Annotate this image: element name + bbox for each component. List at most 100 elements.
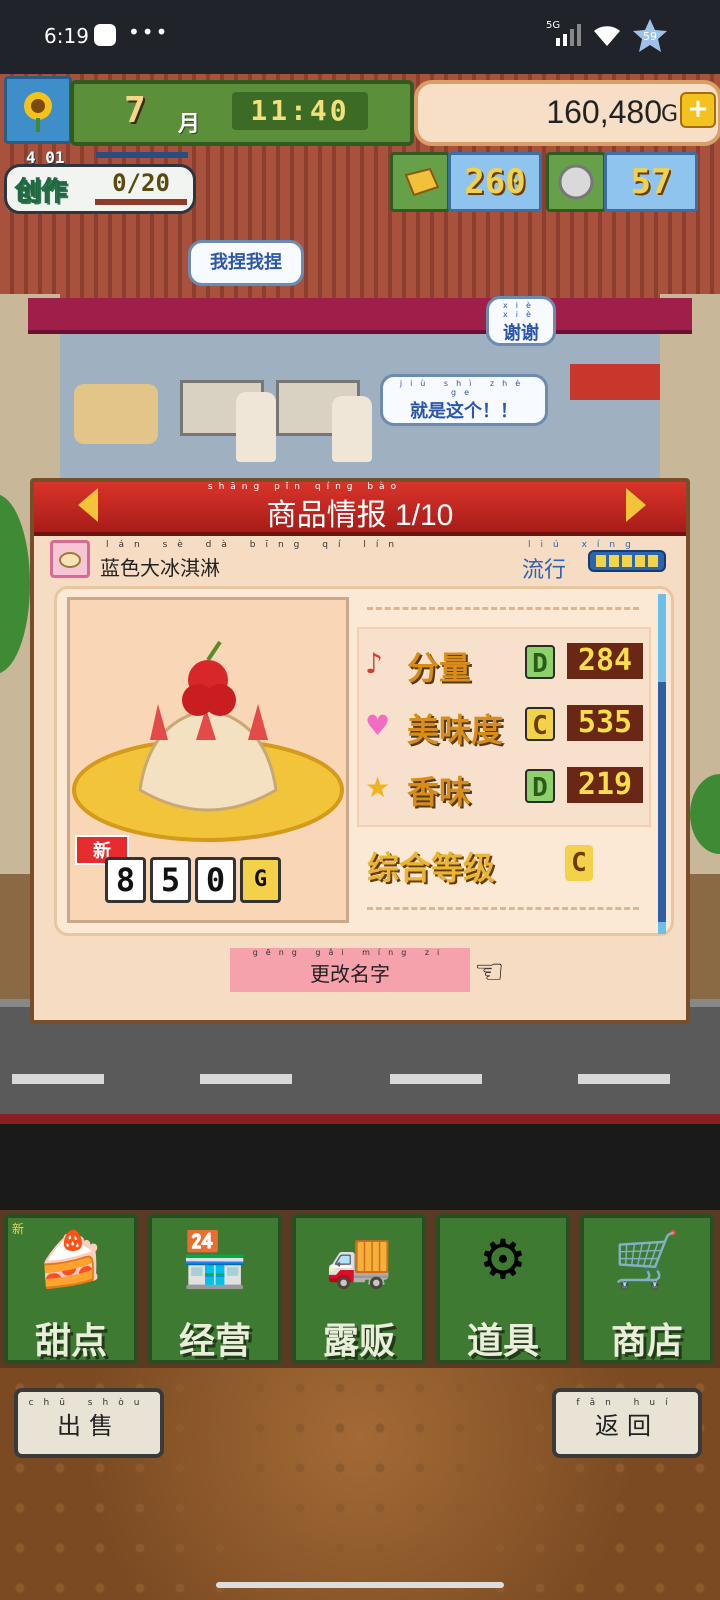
shop-icon: 🏪 bbox=[181, 1228, 249, 1291]
menu-button-management[interactable]: 🏪 经营 bbox=[148, 1214, 282, 1364]
month-number: 7 bbox=[124, 90, 146, 131]
product-category-icon bbox=[50, 540, 90, 578]
price-digit: 5 bbox=[150, 857, 191, 903]
stats-box: ♪ 分量 D 284 ♥ 美味度 C 535 ★ 香味 D 219 bbox=[357, 627, 651, 827]
overall-grade-label: 综合等级 bbox=[367, 849, 496, 887]
battery-level: 59 bbox=[643, 30, 657, 43]
lane-mark bbox=[578, 1074, 670, 1084]
game-clock: 11:40 bbox=[232, 92, 368, 130]
trend-pip bbox=[635, 555, 645, 567]
gold-bar-icon bbox=[390, 152, 450, 212]
gold-bar-count: 260 bbox=[448, 152, 542, 212]
create-level-bar bbox=[96, 152, 188, 158]
lane-mark bbox=[390, 1074, 482, 1084]
product-name: 蓝色大冰淇淋 bbox=[100, 556, 220, 580]
baker-character[interactable] bbox=[332, 396, 372, 462]
shop-awning bbox=[28, 298, 692, 334]
product-name-row: lán sè dà bīng qí lín 蓝色大冰淇淋 liú xíng 流行 bbox=[42, 540, 686, 583]
stat-row-aroma: ★ 香味 D 219 bbox=[359, 757, 649, 817]
trend-pip bbox=[609, 555, 619, 567]
menu-label: 经营 bbox=[178, 1321, 251, 1362]
medal-icon bbox=[546, 152, 606, 212]
menu-button-items[interactable]: ⚙ 道具 bbox=[436, 1214, 570, 1364]
panel-title-bar: shāng pǐn qíng bào 商品情报 1/10 bbox=[34, 482, 686, 536]
price-digit: 8 bbox=[105, 857, 146, 903]
sunflower-icon[interactable] bbox=[4, 76, 72, 144]
menu-label: 甜点 bbox=[34, 1321, 107, 1362]
bubble-ruby: jiù shì zhè ge bbox=[399, 379, 529, 397]
month-unit: 月 bbox=[178, 112, 201, 137]
create-box: 创作 0/20 bbox=[4, 164, 196, 214]
trend-pip bbox=[596, 555, 606, 567]
speech-bubble: 我捏我捏 bbox=[188, 240, 304, 286]
panel-title: 商品情报 1/10 bbox=[266, 499, 454, 532]
medal-count: 57 bbox=[604, 152, 698, 212]
product-detail-box: 新 8 5 0 G ♪ 分量 D 284 ♥ 美味度 C 535 ★ 香味 D … bbox=[54, 586, 674, 936]
divider bbox=[367, 907, 639, 910]
menu-button-store[interactable]: 🛒 商店 bbox=[580, 1214, 714, 1364]
menu-label: 商店 bbox=[610, 1321, 683, 1362]
product-info-panel: shāng pǐn qíng bào 商品情报 1/10 lán sè dà b… bbox=[30, 478, 690, 1024]
signal-icon bbox=[556, 24, 581, 46]
stat-row-quantity: ♪ 分量 D 284 bbox=[359, 633, 649, 693]
star-icon: ★ bbox=[365, 771, 391, 804]
menu-label: 道具 bbox=[466, 1321, 539, 1362]
lane-mark bbox=[200, 1074, 292, 1084]
scrollbar-thumb[interactable] bbox=[658, 682, 666, 922]
bubble-text: 谢谢 bbox=[503, 323, 539, 344]
bread-shelf bbox=[74, 384, 158, 444]
price-display[interactable]: 8 5 0 G bbox=[105, 857, 281, 903]
money-panel: 160,480 G + bbox=[414, 80, 720, 146]
carpet-band bbox=[0, 1114, 720, 1124]
stat-value: 535 bbox=[567, 705, 643, 741]
music-note-icon: ♪ bbox=[365, 647, 383, 680]
speech-bubble: xiè xiè 谢谢 bbox=[486, 296, 556, 346]
money-amount: 160,480 bbox=[546, 94, 662, 130]
bubble-text: 就是这个！！ bbox=[410, 401, 518, 422]
price-unit: G bbox=[240, 857, 281, 903]
divider bbox=[367, 607, 639, 610]
stat-row-taste: ♥ 美味度 C 535 bbox=[359, 695, 649, 755]
status-time: 6:19 bbox=[44, 24, 89, 48]
app-notification-icon bbox=[94, 24, 116, 46]
lane-mark bbox=[12, 1074, 104, 1084]
stat-value: 284 bbox=[567, 643, 643, 679]
sell-button[interactable]: chū shòu 出售 bbox=[14, 1388, 164, 1458]
cart-icon: 🛒 bbox=[613, 1228, 681, 1291]
trend-level-bar bbox=[588, 550, 666, 572]
trend-pip bbox=[622, 555, 632, 567]
food-truck-icon: 🚚 bbox=[325, 1228, 393, 1291]
money-unit: G bbox=[660, 102, 678, 127]
overall-grade: C bbox=[565, 845, 593, 881]
pointing-hand-icon: ☜ bbox=[474, 952, 505, 992]
cake-icon: 🍰 bbox=[37, 1228, 105, 1291]
next-arrow-icon[interactable] bbox=[626, 488, 646, 522]
back-button[interactable]: fǎn huí 返回 bbox=[552, 1388, 702, 1458]
red-awning-right bbox=[570, 364, 660, 400]
wifi-icon bbox=[594, 26, 620, 46]
stat-label: 香味 bbox=[407, 773, 472, 811]
create-panel[interactable]: 创作 0/20 4 01 bbox=[4, 148, 196, 214]
create-progress: 0/20 bbox=[95, 169, 187, 205]
more-icon: ••• bbox=[128, 20, 170, 44]
stat-label: 美味度 bbox=[407, 711, 504, 749]
rename-ruby: gēng gǎi míng zi bbox=[252, 948, 448, 957]
create-level: 4 01 bbox=[26, 148, 65, 167]
status-bar: 6:19 ••• 5G 59 bbox=[0, 0, 720, 74]
bubble-ruby: xiè xiè bbox=[503, 301, 539, 319]
stat-value: 219 bbox=[567, 767, 643, 803]
create-label: 创作 bbox=[14, 177, 68, 208]
menu-label: 露贩 bbox=[322, 1321, 395, 1362]
gear-bag-icon: ⚙ bbox=[478, 1228, 528, 1291]
menu-button-desserts[interactable]: 新 🍰 甜点 bbox=[4, 1214, 138, 1364]
bottom-bar: chū shòu 出售 fǎn huí 返回 bbox=[0, 1368, 720, 1600]
home-indicator[interactable] bbox=[216, 1582, 504, 1588]
main-menu: 新 🍰 甜点 🏪 经营 🚚 露贩 ⚙ 道具 🛒 商店 bbox=[0, 1210, 720, 1368]
speech-bubble: jiù shì zhè ge 就是这个！！ bbox=[380, 374, 548, 426]
add-money-button[interactable]: + bbox=[680, 92, 716, 128]
menu-button-stall[interactable]: 🚚 露贩 bbox=[292, 1214, 426, 1364]
price-digit: 0 bbox=[195, 857, 236, 903]
calendar-panel: 7 月 11:40 bbox=[70, 80, 414, 146]
stat-grade: D bbox=[525, 645, 555, 679]
baker-character[interactable] bbox=[236, 392, 276, 462]
